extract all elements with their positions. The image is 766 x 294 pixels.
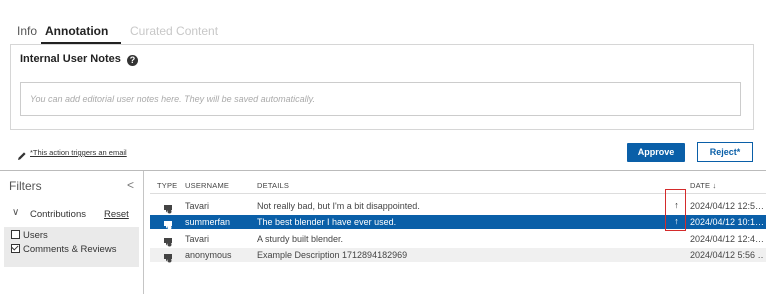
details-cell: Example Description 1712894182969 [257, 250, 408, 260]
internal-notes-panel: Internal User Notes ? You can add editor… [10, 44, 754, 130]
username-cell: summerfan [185, 217, 231, 227]
username-cell: Tavari [185, 234, 210, 244]
notes-placeholder: You can add editorial user notes here. T… [30, 94, 315, 104]
contributions-label: Contributions [30, 209, 86, 220]
tab-curated-content: Curated Content [130, 24, 219, 38]
column-header-type[interactable]: TYPE [157, 181, 177, 190]
username-cell: anonymous [185, 250, 232, 260]
notes-title-label: Internal User Notes [20, 53, 121, 65]
approve-button[interactable]: Approve [627, 143, 685, 162]
username-cell: Tavari [185, 201, 210, 211]
email-notice-link[interactable]: *This action triggers an email [30, 148, 127, 157]
details-cell: A sturdy built blender. [257, 234, 344, 244]
chevron-down-icon[interactable]: ∨ [12, 207, 19, 218]
highlight-box [665, 189, 686, 231]
table-row[interactable]: Tavari A sturdy built blender. 2024/04/1… [150, 232, 766, 247]
tab-annotation[interactable]: Annotation [45, 24, 108, 38]
filter-option-users[interactable]: Users [11, 230, 48, 241]
date-cell: 2024/04/12 12:4… [690, 234, 764, 244]
table-row[interactable]: anonymous Example Description 1712894182… [150, 248, 766, 263]
column-header-username[interactable]: USERNAME [185, 181, 229, 190]
comments-reviews-checkbox[interactable] [11, 244, 20, 253]
date-cell: 2024/04/12 5:56 … [690, 250, 764, 260]
date-cell: 2024/04/12 12:5… [690, 201, 764, 211]
tab-info[interactable]: Info [17, 24, 37, 38]
filter-option-label: Users [23, 230, 48, 241]
users-checkbox[interactable] [11, 230, 20, 239]
details-cell: The best blender I have ever used. [257, 217, 397, 227]
notes-textarea[interactable]: You can add editorial user notes here. T… [20, 82, 741, 116]
column-header-date[interactable]: DATE ↓ [690, 181, 716, 190]
collapse-chevron-icon[interactable]: < [127, 178, 134, 192]
filter-option-comments-reviews[interactable]: Comments & Reviews [11, 244, 116, 255]
filter-option-label: Comments & Reviews [23, 244, 117, 255]
filters-panel: Filters < ∨ Contributions Reset Users Co… [0, 171, 144, 294]
column-header-details[interactable]: DETAILS [257, 181, 289, 190]
reject-button[interactable]: Reject* [697, 142, 753, 162]
contributions-group-header[interactable]: ∨ Contributions Reset [0, 204, 143, 224]
filters-title: Filters [9, 179, 42, 193]
pencil-icon [17, 148, 27, 166]
date-cell: 2024/04/12 10:1… [690, 217, 764, 227]
comment-icon [163, 250, 173, 268]
filter-options: Users Comments & Reviews [4, 227, 139, 267]
details-cell: Not really bad, but I'm a bit disappoint… [257, 201, 420, 211]
reset-link[interactable]: Reset [104, 209, 129, 220]
help-icon[interactable]: ? [126, 55, 138, 66]
notes-title: Internal User Notes ? [20, 53, 138, 66]
